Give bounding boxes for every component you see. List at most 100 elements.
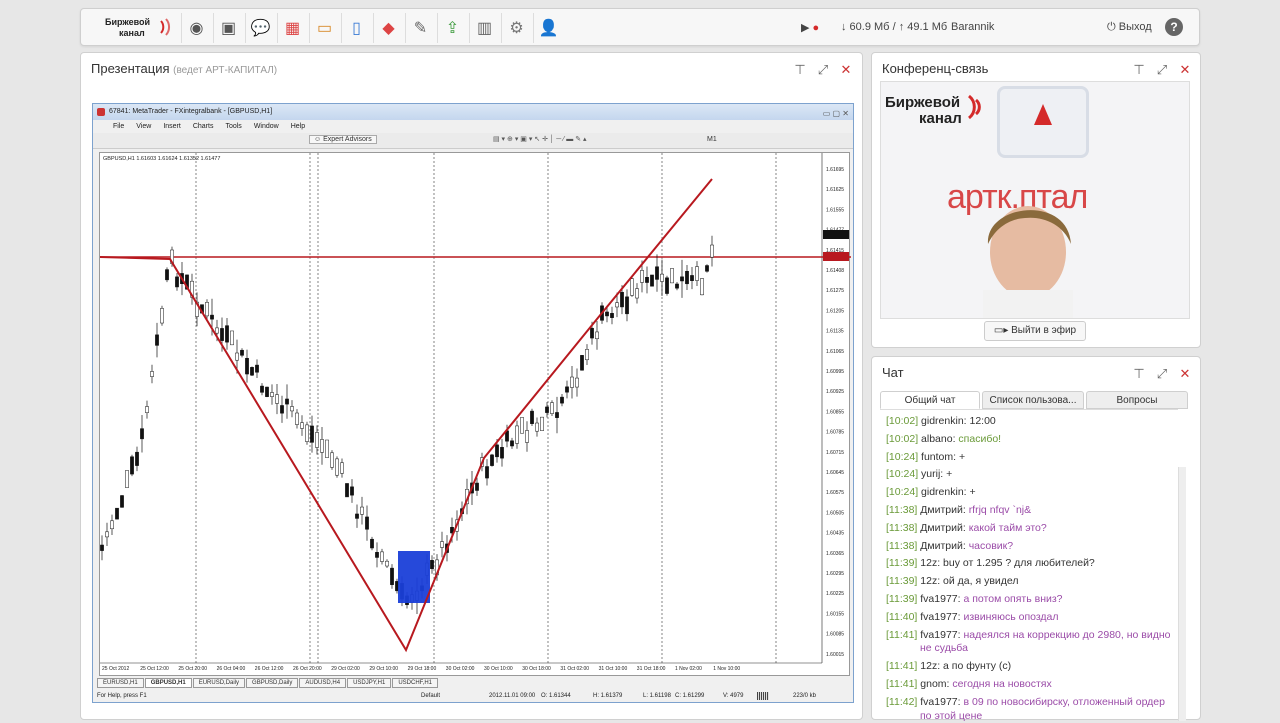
menu-help[interactable]: Help [291, 123, 305, 130]
tab-general-chat[interactable]: Общий чат [880, 391, 980, 409]
time-label: 30 Oct 02:00 [446, 666, 475, 672]
webcam-icon[interactable]: ◉ [181, 13, 211, 43]
close-icon[interactable]: ✕ [1178, 63, 1192, 77]
tab-user-list[interactable]: Список пользова... [982, 391, 1084, 409]
close-icon[interactable]: ✕ [1178, 367, 1192, 381]
price-chart[interactable]: GBPUSD,H1 1.61603 1.61624 1.61352 1.6147… [99, 152, 851, 676]
time-label: 31 Oct 10:00 [599, 666, 628, 672]
chat-message: [11:39] fva1977: а потом опять вниз? [886, 593, 1063, 605]
pin-icon[interactable]: ⊤ [1132, 367, 1146, 381]
menu-view[interactable]: View [136, 123, 151, 130]
candle-body [670, 268, 674, 284]
menu-window[interactable]: Window [254, 123, 279, 130]
candle-body [625, 296, 629, 315]
menu-tools[interactable]: Tools [225, 123, 241, 130]
candle-body [205, 302, 209, 317]
price-label: 1.61555 [826, 207, 844, 213]
chat-message-cont: по этой цене [920, 709, 983, 722]
time-label: 26 Oct 12:00 [255, 666, 284, 672]
conference-panel: Конференц-связь ⊤ ⤢ ✕ Биржевой канал арт… [871, 52, 1201, 348]
chat-message: [11:38] Дмитрий: часовик? [886, 539, 1014, 552]
price-label: 1.61408 [826, 268, 844, 274]
cube-icon[interactable]: ◆ [373, 13, 403, 43]
candle-body [130, 456, 134, 475]
level-price-tag [823, 252, 849, 261]
chat-bubble-icon[interactable]: 💬 [245, 13, 275, 43]
notes-icon[interactable]: ✎ [405, 13, 435, 43]
candle-body [560, 396, 564, 404]
chat-message: [10:02] albano: спасибо! [886, 432, 1002, 445]
price-label: 1.60925 [826, 389, 844, 395]
candle-body [575, 377, 579, 388]
folder-icon[interactable]: ▭ [309, 13, 339, 43]
pin-icon[interactable]: ⊤ [793, 63, 807, 77]
chart-tab[interactable]: AUDUSD,H4 [299, 678, 347, 688]
go-live-button[interactable]: ▭▸ Выйти в эфир [984, 321, 1086, 341]
candle-body [685, 271, 689, 285]
time-label: 31 Oct 18:00 [637, 666, 666, 672]
apps-icon[interactable]: ▦ [277, 13, 307, 43]
expert-advisors-button[interactable]: ☺ Expert Advisors [309, 135, 377, 144]
candle-body [655, 266, 659, 280]
menu-charts[interactable]: Charts [193, 123, 214, 130]
chat-scrollbar[interactable] [1178, 467, 1186, 721]
menu-file[interactable]: File [113, 123, 124, 130]
screen-share-icon[interactable]: ▣ [213, 13, 243, 43]
logout-button[interactable]: ⏻ Выход [1107, 21, 1152, 34]
chart-tab[interactable]: GBPUSD,H1 [144, 678, 192, 688]
pin-icon[interactable]: ⊤ [1132, 63, 1146, 77]
candle-body [300, 422, 304, 429]
price-label: 1.60015 [826, 652, 844, 658]
price-label: 1.60085 [826, 632, 844, 638]
menu-insert[interactable]: Insert [163, 123, 181, 130]
time-label: 25 Oct 20:00 [178, 666, 207, 672]
download-stat: ↓ 60.9 Мб [841, 21, 890, 33]
price-label: 1.61065 [826, 349, 844, 355]
candle-body [530, 410, 534, 424]
candle-body [160, 308, 164, 324]
chart-tab[interactable]: GBPUSD,Daily [246, 678, 299, 688]
record-controls[interactable]: ▶ ● [801, 21, 819, 34]
add-user-icon[interactable]: 👤 [533, 13, 563, 43]
candle-body [500, 447, 504, 459]
candle-body [335, 458, 339, 476]
chart-tools-icons[interactable]: ▤ ▾ ⊕ ▾ ▣ ▾ ↖ ✛ │ ─ ⁄ ▬ ✎ ▴ [493, 135, 587, 143]
expand-icon[interactable]: ⤢ [816, 63, 830, 77]
help-button[interactable]: ? [1165, 18, 1183, 36]
chat-message: [10:24] gidrenkin: + [886, 486, 976, 499]
candle-body [645, 277, 649, 283]
close-icon[interactable]: ✕ [839, 63, 853, 77]
traffic-stats: ↓ 60.9 Мб / ↑ 49.1 Мб [841, 21, 948, 33]
candle-body [175, 276, 179, 288]
expand-icon[interactable]: ⤢ [1155, 63, 1169, 77]
play-icon[interactable]: ▶ [801, 22, 809, 34]
chart-tab[interactable]: USDJPY,H1 [347, 678, 392, 688]
candle-body [385, 560, 389, 567]
mt-app-icon [97, 108, 105, 116]
document-icon[interactable]: ▯ [341, 13, 371, 43]
candle-body [710, 244, 714, 258]
price-label: 1.60785 [826, 430, 844, 436]
expand-icon[interactable]: ⤢ [1155, 367, 1169, 381]
candle-body [305, 424, 309, 442]
candle-body [605, 311, 609, 317]
candle-body [510, 440, 514, 447]
layout-icon[interactable]: ▥ [469, 13, 499, 43]
price-label: 1.60645 [826, 470, 844, 476]
folder-share-icon[interactable]: ⇪ [437, 13, 467, 43]
candle-body [320, 439, 324, 453]
candle-body [690, 275, 694, 281]
mt-statusbar: For Help, press F1 Default 2012.11.01 09… [97, 692, 817, 700]
gear-icon[interactable]: ⚙ [501, 13, 531, 43]
tab-questions[interactable]: Вопросы [1086, 391, 1188, 409]
chart-tab[interactable]: USDCHF,H1 [392, 678, 438, 688]
chart-tab[interactable]: EURUSD,H1 [97, 678, 144, 688]
chart-tab[interactable]: EURUSD,Daily [192, 678, 246, 688]
candle-body [615, 302, 619, 308]
candle-body [430, 560, 434, 570]
timeframe-label[interactable]: M1 [707, 136, 717, 143]
candle-body [595, 331, 599, 340]
price-label: 1.60155 [826, 611, 844, 617]
record-icon[interactable]: ● [813, 22, 820, 34]
candle-body [145, 406, 149, 413]
